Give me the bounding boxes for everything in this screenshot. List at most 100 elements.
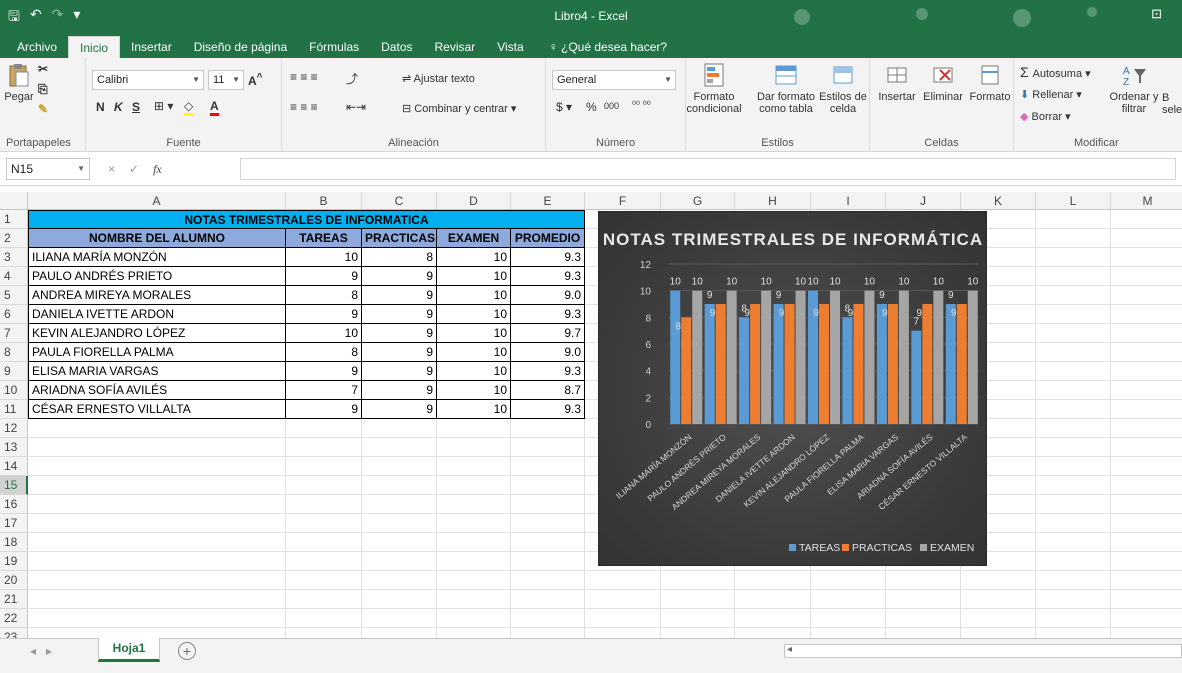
insert-cells-button[interactable]: Insertar [876,62,918,103]
data-cell[interactable]: PAULA FIORELLA PALMA [28,343,286,362]
copy-icon[interactable]: ⎘ [38,82,48,97]
tab-inicio[interactable]: Inicio [68,36,121,58]
data-cell[interactable]: 10 [437,324,511,343]
row-header-21[interactable]: 21 [0,590,28,609]
row-header-4[interactable]: 4 [0,267,28,286]
tab-insertar[interactable]: Insertar [120,36,183,58]
data-cell[interactable]: ANDREA MIREYA MORALES [28,286,286,305]
sheet-title-cell[interactable]: NOTAS TRIMESTRALES DE INFORMATICA [28,210,585,229]
data-cell[interactable]: 10 [437,362,511,381]
italic-button[interactable]: K [114,100,123,114]
data-cell[interactable]: 9 [362,400,437,419]
underline-button[interactable]: S [132,100,140,114]
data-cell[interactable]: KEVIN ALEJANDRO LÓPEZ [28,324,286,343]
sheet-nav-arrows[interactable]: ◂▸ [30,644,62,658]
align-top-icon[interactable]: ≡ ≡ ≡ [290,70,318,84]
tab-vista[interactable]: Vista [486,36,534,58]
name-box[interactable]: N15 ▼ [6,158,90,180]
column-header-g[interactable]: G [661,192,735,210]
bold-button[interactable]: N [96,100,105,114]
column-header-c[interactable]: C [362,192,437,210]
data-cell[interactable]: 9 [362,286,437,305]
row-header-18[interactable]: 18 [0,533,28,552]
data-cell[interactable]: 10 [437,248,511,267]
percent-button[interactable]: % [586,100,597,114]
data-cell[interactable]: 8 [286,286,362,305]
row-header-13[interactable]: 13 [0,438,28,457]
select-all-corner[interactable] [0,192,28,210]
worksheet-grid[interactable]: A B C D E F G H I J K L M 1 2 3 4 5 6 7 8 9 10 11 12 13 14 15 16 17 18… [0,186,1182,638]
column-header-f[interactable]: F [585,192,661,210]
header-cell[interactable]: EXAMEN [437,229,511,248]
grow-font-icon[interactable]: A^ [248,72,263,88]
scroll-left-icon[interactable]: ◂ [787,644,792,655]
formula-input[interactable] [240,158,1176,180]
row-header-1[interactable]: 1 [0,210,28,229]
row-header-10[interactable]: 10 [0,381,28,400]
row-header-9[interactable]: 9 [0,362,28,381]
tell-me-box[interactable]: ♀ ¿Qué desea hacer? [535,36,667,58]
enter-icon[interactable]: ✓ [129,162,139,177]
sort-filter-button[interactable]: AZ Ordenar y filtrar [1108,62,1160,115]
data-cell[interactable]: 9 [362,324,437,343]
horizontal-scrollbar[interactable]: ◂ [784,644,1182,658]
decimals-icon[interactable]: ⁰⁰ ⁰⁰ [632,100,651,111]
tab-archivo[interactable]: Archivo [6,36,68,58]
data-cell[interactable]: 8 [286,343,362,362]
row-header-17[interactable]: 17 [0,514,28,533]
data-cell[interactable]: 9 [362,362,437,381]
data-cell[interactable]: 9.0 [511,286,585,305]
data-cell[interactable]: 9 [362,343,437,362]
fill-color-icon[interactable]: ◇ [184,99,194,116]
data-cell[interactable]: 9 [362,381,437,400]
fill-button[interactable]: ⬇ Rellenar ▾ [1020,88,1082,101]
format-cells-button[interactable]: Formato [968,62,1012,103]
data-cell[interactable]: 9 [362,305,437,324]
column-header-b[interactable]: B [286,192,362,210]
data-cell[interactable]: ILIANA MARÍA MONZÓN [28,248,286,267]
column-header-k[interactable]: K [961,192,1036,210]
data-cell[interactable]: 8.7 [511,381,585,400]
data-cell[interactable]: 9 [362,267,437,286]
data-cell[interactable]: 9.3 [511,362,585,381]
cell-styles-button[interactable]: Estilos de celda [818,62,868,115]
insert-function-icon[interactable]: fx [153,162,162,177]
data-cell[interactable]: 10 [437,267,511,286]
tab-diseno-pagina[interactable]: Diseño de página [183,36,298,58]
conditional-format-button[interactable]: Formato condicional [686,62,742,115]
column-header-e[interactable]: E [511,192,585,210]
sheet-tab-hoja1[interactable]: Hoja1 [98,638,160,662]
currency-button[interactable]: $ ▾ [556,100,572,114]
data-cell[interactable]: CÉSAR ERNESTO VILLALTA [28,400,286,419]
data-cell[interactable]: 10 [437,286,511,305]
row-header-16[interactable]: 16 [0,495,28,514]
row-header-19[interactable]: 19 [0,552,28,571]
column-header-j[interactable]: J [886,192,961,210]
align-left-icon[interactable]: ≡ ≡ ≡ [290,100,318,114]
row-header-20[interactable]: 20 [0,571,28,590]
format-as-table-button[interactable]: Dar formato como tabla [756,62,816,115]
data-cell[interactable]: 9.3 [511,400,585,419]
data-cell[interactable]: 10 [437,400,511,419]
column-header-i[interactable]: I [811,192,886,210]
header-cell[interactable]: PRACTICAS [362,229,437,248]
indent-icon[interactable]: ⇤⇥ [346,100,366,114]
row-header-6[interactable]: 6 [0,305,28,324]
data-cell[interactable]: 8 [362,248,437,267]
data-cell[interactable]: 10 [286,324,362,343]
data-cell[interactable]: PAULO ANDRÉS PRIETO [28,267,286,286]
data-cell[interactable]: 9.7 [511,324,585,343]
row-header-23[interactable]: 23 [0,628,28,638]
tab-formulas[interactable]: Fórmulas [298,36,370,58]
font-color-icon[interactable]: A [210,99,219,116]
header-cell[interactable]: TAREAS [286,229,362,248]
font-name-select[interactable]: Calibri ▼ [92,70,204,90]
row-header-12[interactable]: 12 [0,419,28,438]
format-painter-icon[interactable]: ✎ [38,102,48,116]
row-header-3[interactable]: 3 [0,248,28,267]
row-header-8[interactable]: 8 [0,343,28,362]
delete-cells-button[interactable]: Eliminar [920,62,966,103]
column-header-a[interactable]: A [28,192,286,210]
data-cell[interactable]: 9 [286,267,362,286]
data-cell[interactable]: 10 [437,305,511,324]
